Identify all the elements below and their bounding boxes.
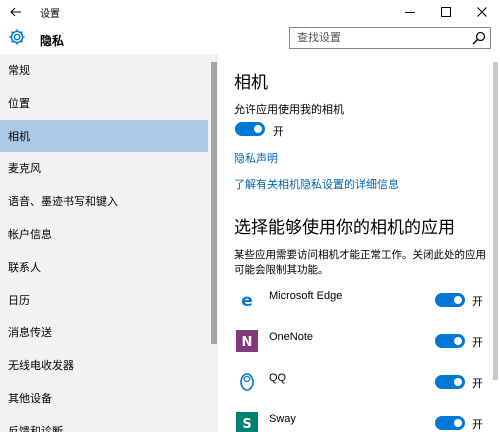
sidebar-item-account-info[interactable]: 帐户信息 (0, 218, 208, 250)
close-button[interactable] (464, 0, 500, 24)
app-name: Sway (269, 413, 296, 425)
sidebar-item-messaging[interactable]: 消息传送 (0, 316, 208, 348)
sidebar-item-label: 帐户信息 (8, 229, 52, 241)
section-title-apps: 选择能够使用你的相机的应用 (234, 218, 455, 237)
main-scrollbar-thumb[interactable] (493, 62, 498, 380)
page-title: 隐私 (40, 34, 65, 48)
app-toggle-state: 开 (472, 419, 483, 431)
minimize-button[interactable] (392, 0, 428, 24)
sidebar-item-other-devices[interactable]: 其他设备 (0, 382, 208, 414)
app-camera-toggle[interactable] (435, 293, 465, 307)
sidebar-item-location[interactable]: 位置 (0, 87, 208, 119)
sidebar-item-feedback-diagnostics[interactable]: 反馈和诊断 (0, 415, 208, 432)
search-input[interactable] (290, 28, 460, 48)
app-row-qq: QQ 开 (218, 370, 500, 410)
maximize-button[interactable] (428, 0, 464, 24)
app-row-onenote: N OneNote 开 (218, 329, 500, 369)
gear-icon (9, 29, 25, 45)
sidebar-item-calendar[interactable]: 日历 (0, 284, 208, 316)
toggle-knob (254, 125, 262, 133)
app-camera-toggle[interactable] (435, 416, 465, 430)
sidebar-item-label: 反馈和诊断 (8, 426, 63, 432)
qq-icon (235, 370, 259, 394)
app-camera-toggle[interactable] (435, 375, 465, 389)
main-content: 相机 允许应用使用我的相机 开 隐私声明 了解有关相机隐私设置的详细信息 选择能… (218, 54, 500, 432)
allow-camera-label: 允许应用使用我的相机 (234, 104, 344, 116)
search-box[interactable] (289, 27, 491, 49)
svg-text:e: e (241, 291, 253, 311)
app-name: Microsoft Edge (269, 290, 343, 302)
camera-privacy-details-link[interactable]: 了解有关相机隐私设置的详细信息 (234, 176, 399, 192)
app-camera-toggle[interactable] (435, 334, 465, 348)
svg-text:S: S (242, 417, 251, 432)
toggle-knob (454, 419, 462, 427)
search-icon[interactable] (472, 31, 486, 45)
section-title-camera: 相机 (234, 73, 268, 92)
sidebar-scrollbar-thumb[interactable] (211, 62, 217, 344)
sidebar-item-label: 日历 (8, 295, 30, 307)
app-toggle-state: 开 (472, 296, 483, 308)
apps-description: 某些应用需要访问相机才能正常工作。关闭此处的应用可能会限制其功能。 (234, 249, 486, 276)
sidebar-item-camera[interactable]: 相机 (0, 120, 208, 152)
title-bar: 设置 (0, 0, 500, 24)
page-header: 隐私 (0, 24, 500, 54)
sidebar-item-label: 联系人 (8, 262, 41, 274)
back-arrow-icon (10, 7, 21, 17)
window-title: 设置 (40, 9, 60, 20)
sidebar-item-speech-inking-typing[interactable]: 语音、墨迹书写和键入 (0, 185, 208, 217)
privacy-statement-link[interactable]: 隐私声明 (234, 150, 278, 166)
sidebar-item-general[interactable]: 常规 (0, 54, 208, 86)
sidebar-item-contacts[interactable]: 联系人 (0, 251, 208, 283)
edge-icon: e (235, 288, 259, 312)
svg-text:N: N (242, 335, 253, 350)
app-toggle-state: 开 (472, 337, 483, 349)
minimize-icon (405, 12, 415, 13)
sidebar-item-label: 麦克风 (8, 163, 41, 175)
sidebar-item-label: 消息传送 (8, 327, 52, 339)
sidebar-item-label: 其他设备 (8, 393, 52, 405)
sidebar-item-label: 常规 (8, 65, 30, 77)
allow-camera-toggle[interactable] (235, 122, 265, 136)
app-toggle-state: 开 (472, 378, 483, 390)
maximize-icon (441, 7, 451, 17)
sidebar-item-label: 无线电收发器 (8, 360, 74, 372)
app-row-microsoft-edge: e Microsoft Edge 开 (218, 288, 500, 328)
app-name: OneNote (269, 331, 314, 343)
app-name: QQ (269, 372, 287, 384)
close-icon (477, 7, 487, 17)
toggle-knob (454, 337, 462, 345)
sidebar-item-label: 位置 (8, 98, 30, 110)
sidebar-item-label: 语音、墨迹书写和键入 (8, 196, 118, 208)
onenote-icon: N (235, 329, 259, 353)
app-row-sway: S Sway 开 (218, 411, 500, 432)
back-button[interactable] (6, 2, 26, 22)
toggle-knob (454, 378, 462, 386)
sidebar: 常规 位置 相机 麦克风 语音、墨迹书写和键入 帐户信息 联系人 日历 消息传送… (0, 54, 218, 432)
sway-icon: S (235, 411, 259, 432)
toggle-knob (454, 296, 462, 304)
sidebar-item-microphone[interactable]: 麦克风 (0, 152, 208, 184)
sidebar-item-label: 相机 (8, 131, 30, 143)
allow-camera-state: 开 (273, 126, 284, 138)
sidebar-item-radios[interactable]: 无线电收发器 (0, 349, 208, 381)
